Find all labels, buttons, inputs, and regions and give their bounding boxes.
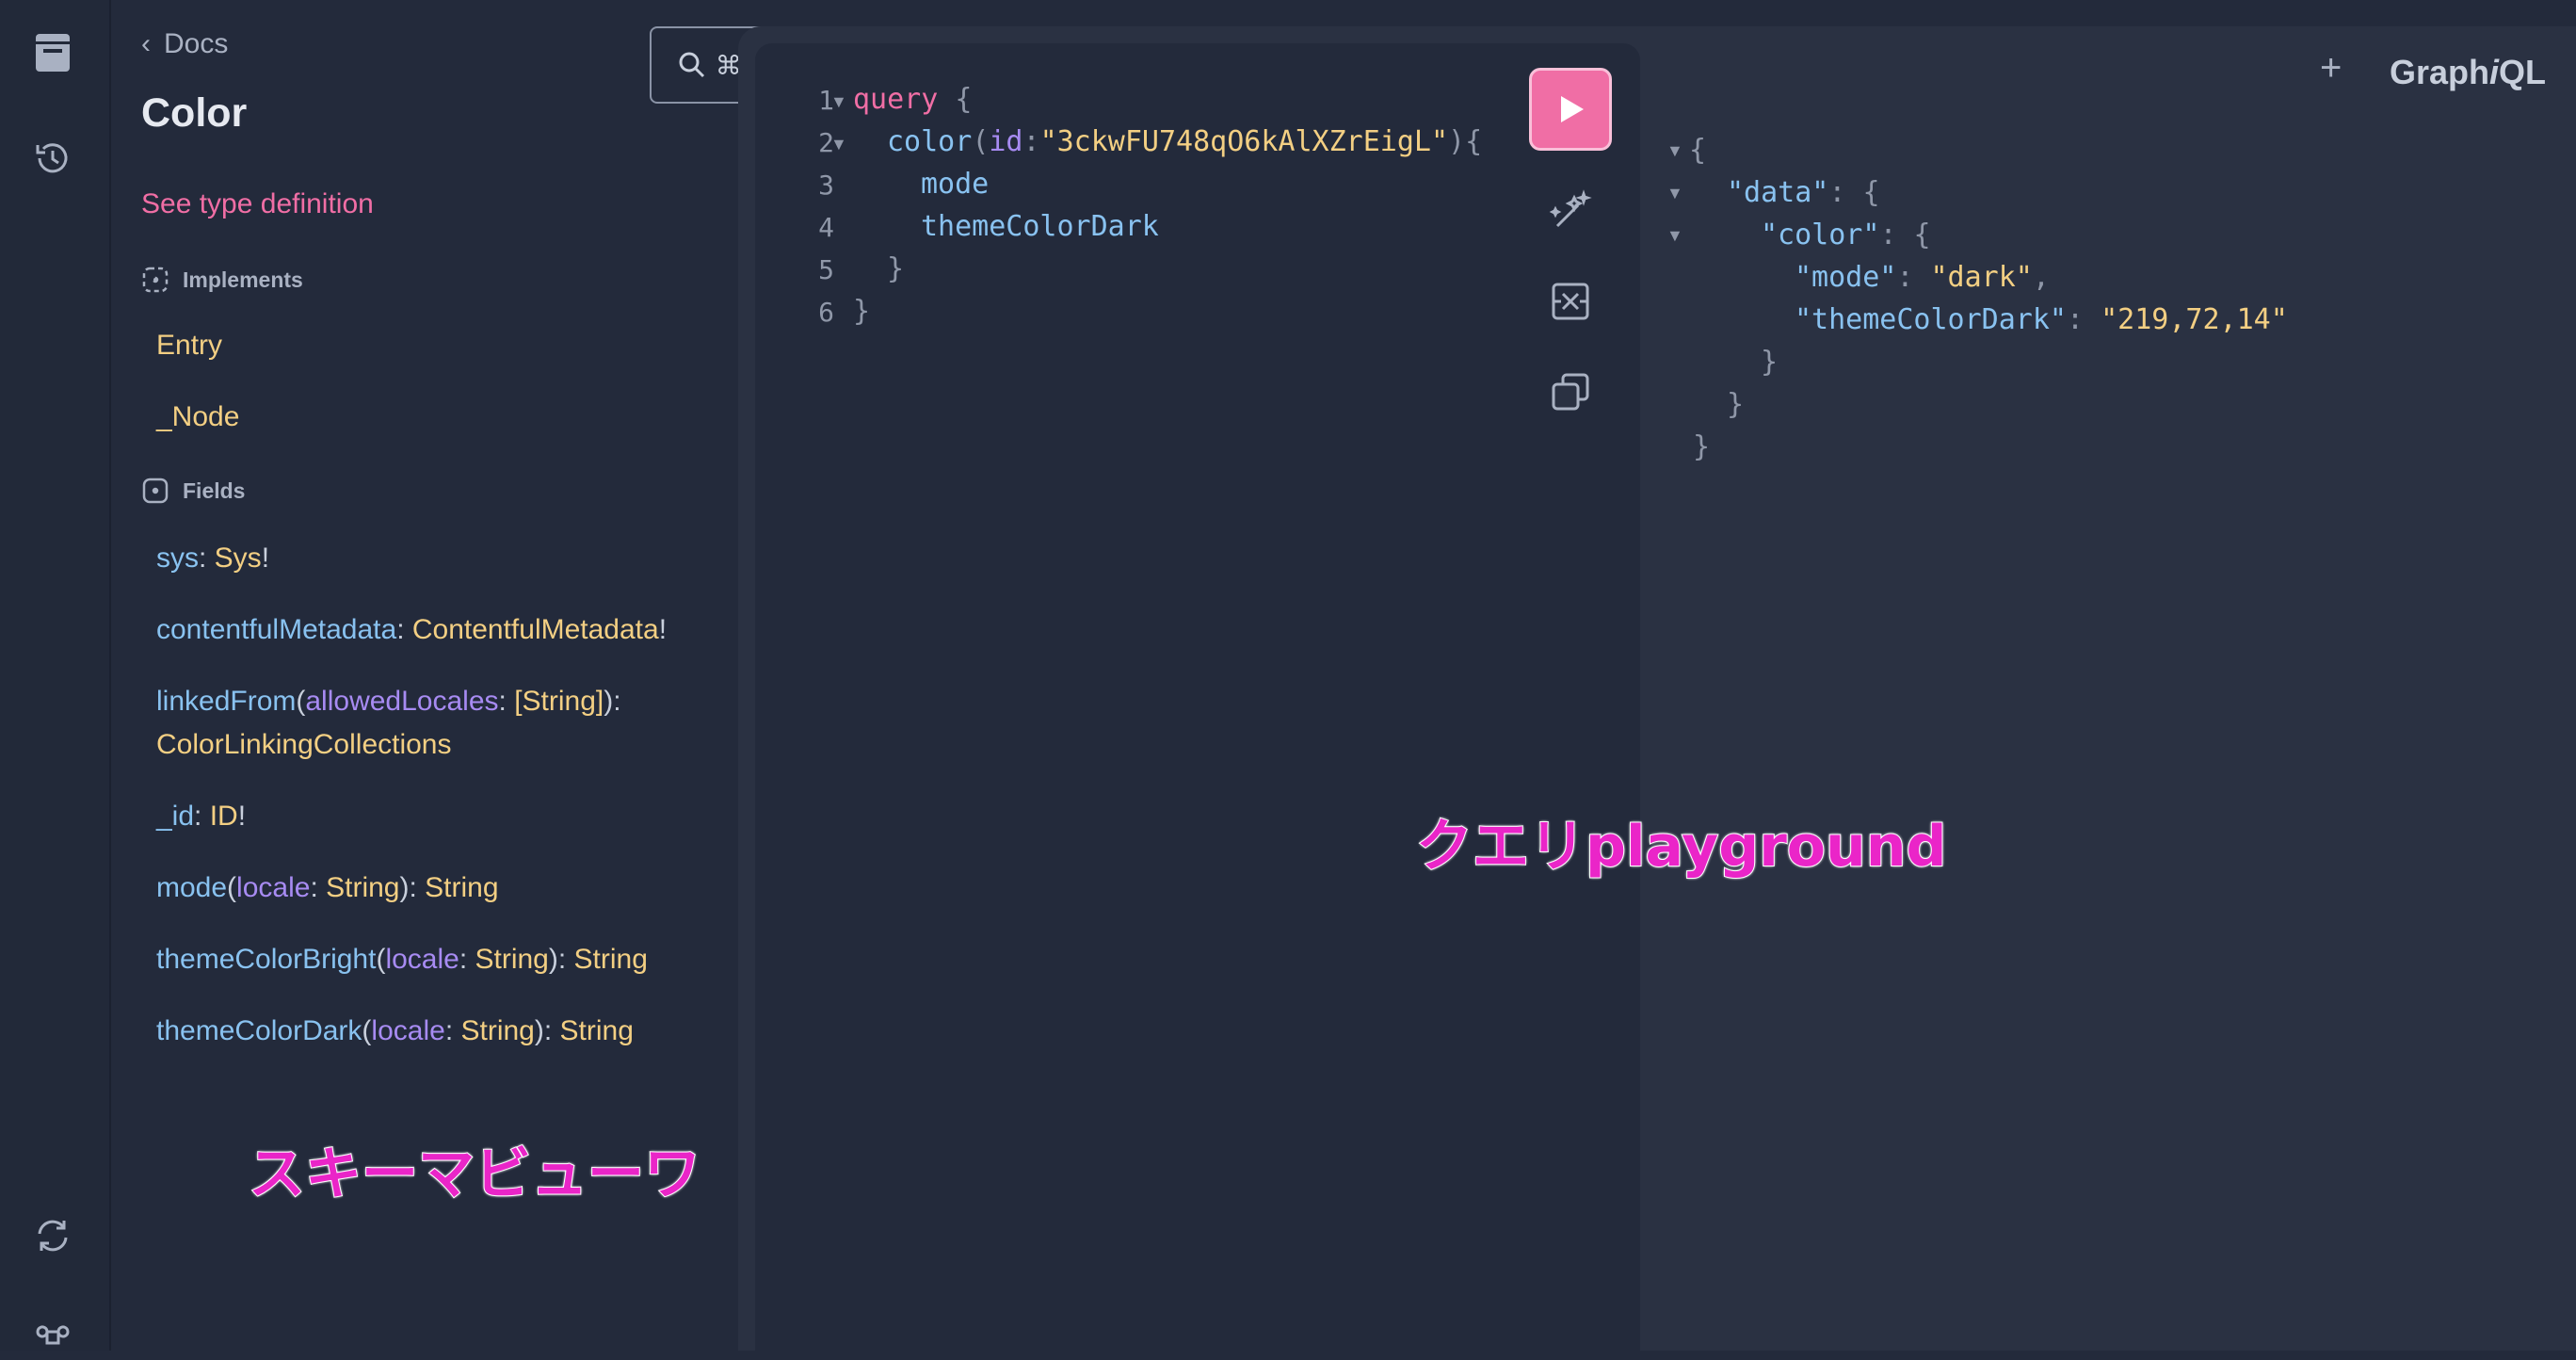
line-number: 6 (818, 297, 834, 328)
fold-arrow-icon[interactable]: ▼ (1666, 141, 1683, 161)
run-query-button[interactable] (1529, 68, 1612, 151)
code-line-3: mode (921, 168, 990, 201)
docs-back-link[interactable]: ‹ Docs (141, 28, 228, 60)
command-icon[interactable] (30, 1315, 75, 1360)
field-theme-color-bright[interactable]: themeColorBright(locale: String): String (156, 938, 759, 981)
result-line: "themeColorDark": "219,72,14" (1795, 303, 2288, 336)
copy-icon (1552, 373, 1589, 411)
sidebar-rail (0, 0, 111, 1351)
interface-entry[interactable]: Entry (156, 330, 222, 362)
merge-icon (1552, 283, 1589, 320)
add-tab-button[interactable]: + (2320, 47, 2342, 89)
fields-heading: Fields (141, 477, 245, 505)
field-contentful-metadata[interactable]: contentfulMetadata: ContentfulMetadata! (156, 608, 759, 652)
code-line-4: themeColorDark (921, 210, 1159, 243)
fields-icon (142, 478, 169, 504)
refresh-icon[interactable] (30, 1213, 75, 1258)
chevron-left-icon: ‹ (141, 28, 151, 59)
docs-icon[interactable] (30, 30, 75, 75)
code-line-6: } (853, 295, 871, 328)
history-icon[interactable] (30, 136, 75, 181)
result-line: } (1727, 388, 1745, 421)
page-title: Color (141, 90, 248, 136)
code-line-5: } (887, 252, 905, 285)
result-line: } (1761, 346, 1779, 379)
line-number: 5 (818, 254, 834, 285)
caption-schema-viewer: スキーマビューワ (248, 1141, 701, 1208)
line-number: 4 (818, 212, 834, 243)
implements-heading: Implements (141, 266, 303, 294)
caption-query-playground: クエリplayground (1415, 813, 1947, 881)
fold-arrow-icon[interactable]: ▼ (1666, 184, 1683, 203)
fold-arrow-icon[interactable]: ▼ (830, 92, 847, 112)
code-line-1: query { (853, 83, 973, 116)
implements-icon (142, 267, 169, 293)
prettify-button[interactable] (1544, 185, 1597, 237)
query-editor[interactable] (755, 43, 1640, 1351)
copy-query-button[interactable] (1544, 365, 1597, 418)
result-line: "data": { (1727, 176, 1880, 209)
code-line-2: color(id:"3ckwFU748qO6kAlXZrEigL"){ (887, 125, 1483, 158)
result-line: "mode": "dark", (1795, 261, 2050, 294)
field-mode[interactable]: mode(locale: String): String (156, 866, 759, 910)
interface-node[interactable]: _Node (156, 401, 239, 433)
result-line: } (1693, 430, 1711, 463)
result-line: "color": { (1761, 219, 1931, 251)
result-line: { (1689, 134, 1707, 167)
field-sys[interactable]: sys: Sys! (156, 537, 759, 580)
field-id[interactable]: _id: ID! (156, 795, 759, 838)
search-icon (679, 52, 704, 78)
play-icon (1561, 96, 1584, 122)
graphiql-logo: GraphiQL (2390, 53, 2547, 91)
see-type-definition-link[interactable]: See type definition (141, 188, 374, 220)
prettify-icon (1549, 189, 1592, 228)
merge-fragments-button[interactable] (1544, 275, 1597, 328)
field-theme-color-dark[interactable]: themeColorDark(locale: String): String (156, 1010, 759, 1053)
fold-arrow-icon[interactable]: ▼ (830, 135, 847, 154)
field-linked-from[interactable]: linkedFrom(allowedLocales: [String]): Co… (156, 680, 759, 767)
line-number: 3 (818, 170, 834, 201)
fold-arrow-icon[interactable]: ▼ (1666, 226, 1683, 246)
